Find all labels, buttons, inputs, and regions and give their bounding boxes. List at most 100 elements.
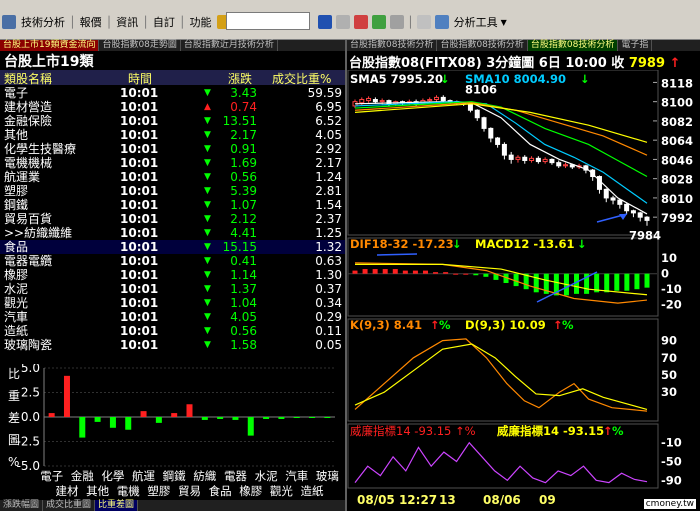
tab-ratio-diff-chart[interactable]: 比重差圖 (95, 500, 139, 511)
bar (278, 417, 285, 419)
alert-icon[interactable] (354, 15, 368, 29)
grid-icon[interactable] (372, 15, 386, 29)
tab-electronics[interactable]: 電子指 (618, 40, 653, 51)
chart-date: 6日 (538, 56, 561, 71)
tab-sector-flow[interactable]: 台股上市19類資金流向 (0, 40, 100, 51)
tab-index-technical[interactable]: 台股指數近月技術分析 (181, 40, 278, 51)
chevron-down-icon[interactable]: ▼ (501, 18, 507, 27)
sector-time: 10:01 (120, 282, 159, 296)
tab-index-trend[interactable]: 台股指數08走勢圖 (99, 40, 181, 51)
bar (186, 404, 193, 417)
cursor-icon[interactable] (416, 15, 431, 29)
x-axis-label: 13 (439, 493, 456, 507)
macd-histogram-bar (453, 273, 459, 275)
table-row[interactable]: 航運業 10:01 ▼ 0.56 1.24 (0, 170, 345, 184)
bar-xlabel: 觀光 (270, 484, 293, 498)
sector-ratio: 0.11 (315, 324, 342, 338)
sector-change: 1.58 (230, 338, 257, 352)
macd-histogram-bar (604, 273, 610, 293)
dif-trend-arrow (376, 253, 418, 256)
tool-icon[interactable] (336, 15, 350, 29)
table-row[interactable]: 化學生技醫療 10:01 ▼ 0.91 2.92 (0, 142, 345, 156)
tab-volume-ratio-chart[interactable]: 成交比重圖 (43, 500, 96, 511)
app-icon[interactable] (2, 15, 16, 29)
kd-tick: 90 (661, 334, 677, 348)
tab-tech-1[interactable]: 台股指數08技術分析 (347, 40, 438, 51)
col-time[interactable]: 時間 (128, 70, 152, 87)
sector-ratio: 1.54 (315, 198, 342, 212)
table-row[interactable]: 水泥 10:01 ▼ 1.37 0.37 (0, 282, 345, 296)
menu-info[interactable]: 資訊 (113, 14, 141, 30)
macd-histogram-bar (644, 273, 650, 288)
table-row[interactable]: 玻璃陶瓷 10:01 ▼ 1.58 0.05 (0, 338, 345, 352)
chevron-right-icon[interactable] (434, 15, 449, 29)
sector-ratio: 1.30 (315, 268, 342, 282)
bar-ytick: 2.5 (21, 386, 40, 400)
candle-body (535, 157, 541, 163)
sector-ratio: 0.29 (315, 310, 342, 324)
sector-time: 10:01 (120, 254, 159, 268)
sector-name: 水泥 (4, 282, 29, 296)
bar-ylabel: 比 (8, 367, 20, 381)
price-tick: 8064 (661, 134, 693, 148)
chart-time: 10:00 (565, 56, 607, 71)
chart-icon[interactable] (318, 15, 332, 29)
bottom-tab-bar: 漲跌幅圖 成交比重圖 比重差圖 (0, 500, 345, 511)
candle-body (379, 100, 385, 103)
macd-tick: 10 (661, 251, 677, 265)
bar-xlabel: 電子 (40, 469, 63, 483)
code-input[interactable] (226, 12, 310, 30)
candle-body (563, 164, 569, 167)
table-row[interactable]: 電器電纜 10:01 ▼ 0.41 0.63 (0, 254, 345, 268)
table-row[interactable]: 食品 10:01 ▼ 15.15 1.32 (0, 240, 345, 254)
table-row[interactable]: 貿易百貨 10:01 ▼ 2.12 2.37 (0, 212, 345, 226)
panel-title: 台股上市19類 (4, 54, 94, 70)
menu-bar: 技術分析│ 報價│ 資訊│ 自訂│ 功能 代碼 │ 分析工具 ▼ (0, 0, 700, 40)
candle-body (508, 154, 514, 160)
macd-histogram-bar (443, 272, 449, 274)
bar-xlabel: 建材 (55, 484, 78, 498)
candle-body (427, 99, 433, 102)
print-icon[interactable] (390, 15, 404, 29)
sector-time: 10:01 (120, 338, 159, 352)
sector-name: 航運業 (4, 170, 41, 184)
watermark: cmoney.tw (643, 499, 696, 509)
sector-name: 建材營造 (4, 100, 53, 114)
table-row[interactable]: 金融保險 10:01 ▼ 13.51 6.52 (0, 114, 345, 128)
table-row[interactable]: 其他 10:01 ▼ 2.17 4.05 (0, 128, 345, 142)
menu-quote[interactable]: 報價 (77, 14, 105, 30)
table-row[interactable]: 塑膠 10:01 ▼ 5.39 2.81 (0, 184, 345, 198)
col-ratio[interactable]: 成交比重% (272, 70, 331, 87)
menu-technical[interactable]: 技術分析 (18, 14, 68, 30)
candle-body (433, 96, 439, 101)
bar-xlabel: 食品 (209, 484, 232, 498)
table-row[interactable]: 鋼鐵 10:01 ▼ 1.07 1.54 (0, 198, 345, 212)
table-row[interactable]: >>紡織纖維 10:01 ▼ 4.41 1.25 (0, 226, 345, 240)
sector-time: 10:01 (120, 268, 159, 282)
menu-analysis-tools[interactable]: 分析工具 (451, 14, 501, 30)
percent-icon: % (612, 424, 624, 438)
x-axis-label: 08/06 (483, 493, 521, 507)
tab-change-chart[interactable]: 漲跌幅圖 (0, 500, 44, 511)
col-name[interactable]: 類股名稱 (4, 70, 52, 87)
arrow-head-icon (619, 214, 627, 220)
table-row[interactable]: 電機機械 10:01 ▼ 1.69 2.17 (0, 156, 345, 170)
table-row[interactable]: 建材營造 10:01 ▲ 0.74 6.95 (0, 100, 345, 114)
table-row[interactable]: 橡膠 10:01 ▼ 1.14 1.30 (0, 268, 345, 282)
tab-tech-2[interactable]: 台股指數08技術分析 (437, 40, 528, 51)
sector-change: 4.05 (230, 310, 257, 324)
candle-body (522, 156, 528, 161)
sector-time: 10:01 (120, 128, 159, 142)
menu-custom[interactable]: 自訂 (150, 14, 178, 30)
sector-time: 10:01 (120, 184, 159, 198)
col-change[interactable]: 漲跌 (228, 70, 252, 87)
table-row[interactable]: 汽車 10:01 ▼ 4.05 0.29 (0, 310, 345, 324)
sector-time: 10:01 (120, 86, 159, 100)
table-row[interactable]: 電子 10:01 ▼ 3.43 59.59 (0, 86, 345, 100)
williams-tick: -90 (661, 473, 682, 487)
menu-function[interactable]: 功能 (187, 14, 215, 30)
tab-tech-3[interactable]: 台股指數08技術分析 (527, 40, 619, 51)
sector-name: 電機機械 (4, 156, 53, 170)
table-row[interactable]: 觀光 10:01 ▼ 1.04 0.34 (0, 296, 345, 310)
table-row[interactable]: 造紙 10:01 ▼ 0.56 0.11 (0, 324, 345, 338)
